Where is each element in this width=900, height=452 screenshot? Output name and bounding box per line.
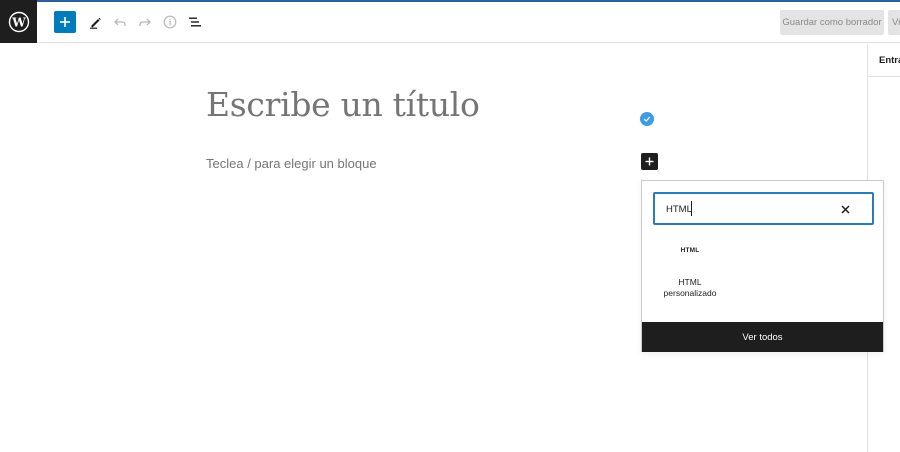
undo-icon [114,18,126,26]
block-result-custom-html[interactable]: HTML HTML personalizado [656,247,724,307]
list-view-button[interactable] [184,11,206,33]
info-icon [163,15,177,29]
block-search-input[interactable]: HTML [653,192,874,225]
plus-icon [60,17,70,27]
text-caret [691,201,692,216]
redo-icon [139,18,151,26]
plus-icon [645,157,654,166]
block-result-label-line-1: HTML [678,277,702,287]
tab-post[interactable]: Entrada [879,55,900,66]
search-value: HTML [666,204,692,215]
post-title-input[interactable]: Escribe un título [206,85,480,124]
tools-button[interactable] [84,11,106,33]
undo-button[interactable] [109,11,131,33]
html-block-icon: HTML [680,247,700,254]
clear-search-button[interactable] [838,202,852,216]
details-button[interactable] [159,11,181,33]
block-result-label: HTML personalizado [656,277,724,299]
add-block-button[interactable] [54,11,76,33]
list-view-icon [189,17,201,27]
redo-button[interactable] [134,11,156,33]
checkmark-icon [640,112,654,126]
block-inserter-popover: HTML HTML HTML personalizado Ver todos [641,180,884,352]
wordpress-logo-icon[interactable]: W [0,0,37,43]
close-icon [840,204,850,214]
block-result-label-line-2: personalizado [663,288,717,298]
inline-add-block-button[interactable] [641,153,658,170]
preview-button[interactable]: Vista previa [888,10,900,35]
svg-text:W: W [11,15,26,29]
browse-all-button[interactable]: Ver todos [642,322,883,352]
pencil-icon [90,17,101,29]
save-draft-button[interactable]: Guardar como borrador [780,10,884,35]
paragraph-placeholder[interactable]: Teclea / para elegir un bloque [206,156,377,171]
editor-header: W Guardar como borrador Vi [0,0,900,43]
sidebar-divider [868,76,900,77]
